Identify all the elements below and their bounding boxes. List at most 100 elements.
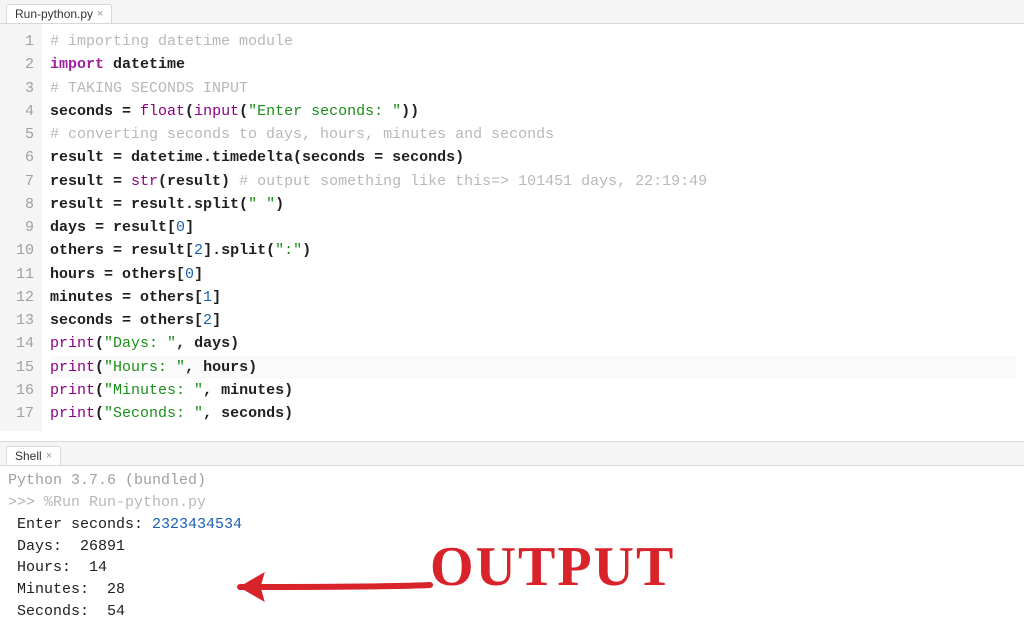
token-builtin: print <box>50 405 95 422</box>
token-number: 2 <box>194 242 203 259</box>
shell-banner: Python 3.7.6 (bundled) <box>8 472 206 489</box>
line-number: 13 <box>16 309 34 332</box>
token-plain: ] <box>185 219 194 236</box>
token-plain: )) <box>401 103 419 120</box>
close-icon[interactable]: × <box>97 8 103 20</box>
token-comment: # importing datetime module <box>50 33 293 50</box>
token-plain: , hours) <box>185 359 257 376</box>
line-number: 8 <box>16 193 34 216</box>
token-builtin: input <box>194 103 239 120</box>
shell-run-command: %Run Run-python.py <box>44 494 206 511</box>
code-line[interactable]: result = result.split(" ") <box>50 193 1016 216</box>
token-string: " " <box>248 196 275 213</box>
token-number: 1 <box>203 289 212 306</box>
code-line[interactable]: print("Seconds: ", seconds) <box>50 402 1016 425</box>
token-comment: # output something like this=> 101451 da… <box>239 173 707 190</box>
line-number: 14 <box>16 332 34 355</box>
shell-tab[interactable]: Shell × <box>6 446 61 465</box>
token-number: 0 <box>185 266 194 283</box>
token-plain: hours = others[ <box>50 266 185 283</box>
token-plain: (result) <box>158 173 239 190</box>
line-number: 4 <box>16 100 34 123</box>
shell-input-prompt: Enter seconds: <box>8 516 152 533</box>
line-number: 2 <box>16 53 34 76</box>
token-plain: ] <box>212 312 221 329</box>
code-line[interactable]: hours = others[0] <box>50 263 1016 286</box>
line-number: 5 <box>16 123 34 146</box>
code-line[interactable]: seconds = others[2] <box>50 309 1016 332</box>
line-number: 16 <box>16 379 34 402</box>
token-plain: , minutes) <box>203 382 293 399</box>
line-number: 1 <box>16 30 34 53</box>
token-plain: result = result.split( <box>50 196 248 213</box>
shell-output-hours: Hours: 14 <box>8 559 107 576</box>
code-line[interactable]: result = str(result) # output something … <box>50 170 1016 193</box>
token-plain: seconds = <box>50 103 140 120</box>
token-string: "Enter seconds: " <box>248 103 401 120</box>
token-string: "Minutes: " <box>104 382 203 399</box>
token-plain: ) <box>302 242 311 259</box>
editor-tab[interactable]: Run-python.py × <box>6 4 112 23</box>
token-plain: ( <box>95 335 104 352</box>
token-plain: ].split( <box>203 242 275 259</box>
token-plain: minutes = others[ <box>50 289 203 306</box>
line-number: 7 <box>16 170 34 193</box>
shell-tab-bar: Shell × <box>0 442 1024 466</box>
code-line[interactable]: seconds = float(input("Enter seconds: ")… <box>50 100 1016 123</box>
token-plain: , days) <box>176 335 239 352</box>
code-line[interactable]: minutes = others[1] <box>50 286 1016 309</box>
token-plain: datetime <box>104 56 185 73</box>
token-string: "Seconds: " <box>104 405 203 422</box>
token-builtin: float <box>140 103 185 120</box>
token-plain: ] <box>194 266 203 283</box>
token-plain: , seconds) <box>203 405 293 422</box>
editor-tab-bar: Run-python.py × <box>0 0 1024 24</box>
code-line[interactable]: print("Minutes: ", minutes) <box>50 379 1016 402</box>
line-number: 6 <box>16 146 34 169</box>
shell-panel: Shell × Python 3.7.6 (bundled) >>> %Run … <box>0 441 1024 632</box>
close-icon[interactable]: × <box>46 450 52 462</box>
token-comment: # TAKING SECONDS INPUT <box>50 80 248 97</box>
code-line[interactable]: days = result[0] <box>50 216 1016 239</box>
line-number: 12 <box>16 286 34 309</box>
token-builtin: print <box>50 359 95 376</box>
shell-input-value: 2323434534 <box>152 516 242 533</box>
line-number: 11 <box>16 263 34 286</box>
token-plain: ( <box>239 103 248 120</box>
line-number: 15 <box>16 356 34 379</box>
shell-output-minutes: Minutes: 28 <box>8 581 125 598</box>
token-builtin: print <box>50 335 95 352</box>
code-area[interactable]: # importing datetime module import dateti… <box>42 24 1024 431</box>
shell-prompt: >>> <box>8 494 35 511</box>
token-plain: days = result[ <box>50 219 176 236</box>
code-line[interactable]: print("Hours: ", hours) <box>50 356 1016 379</box>
token-plain: ( <box>95 405 104 422</box>
line-number: 3 <box>16 77 34 100</box>
token-keyword: import <box>50 56 104 73</box>
line-number-gutter: 1234567891011121314151617 <box>0 24 42 431</box>
shell-output[interactable]: Python 3.7.6 (bundled) >>> %Run Run-pyth… <box>0 466 1024 626</box>
line-number: 10 <box>16 239 34 262</box>
token-plain: ( <box>185 103 194 120</box>
code-line[interactable]: others = result[2].split(":") <box>50 239 1016 262</box>
shell-tab-label: Shell <box>15 449 42 463</box>
token-comment: # converting seconds to days, hours, min… <box>50 126 554 143</box>
code-line[interactable]: # TAKING SECONDS INPUT <box>50 77 1016 100</box>
line-number: 17 <box>16 402 34 425</box>
token-string: ":" <box>275 242 302 259</box>
code-line[interactable]: # importing datetime module <box>50 30 1016 53</box>
token-plain: result = <box>50 173 131 190</box>
code-line[interactable]: print("Days: ", days) <box>50 332 1016 355</box>
editor-tab-label: Run-python.py <box>15 7 93 21</box>
code-line[interactable]: result = datetime.timedelta(seconds = se… <box>50 146 1016 169</box>
token-plain: others = result[ <box>50 242 194 259</box>
code-line[interactable]: # converting seconds to days, hours, min… <box>50 123 1016 146</box>
token-plain: ( <box>95 382 104 399</box>
token-number: 2 <box>203 312 212 329</box>
token-plain: ( <box>95 359 104 376</box>
token-number: 0 <box>176 219 185 236</box>
code-editor[interactable]: 1234567891011121314151617 # importing da… <box>0 24 1024 431</box>
token-plain: ) <box>275 196 284 213</box>
code-line[interactable]: import datetime <box>50 53 1016 76</box>
shell-output-days: Days: 26891 <box>8 538 125 555</box>
